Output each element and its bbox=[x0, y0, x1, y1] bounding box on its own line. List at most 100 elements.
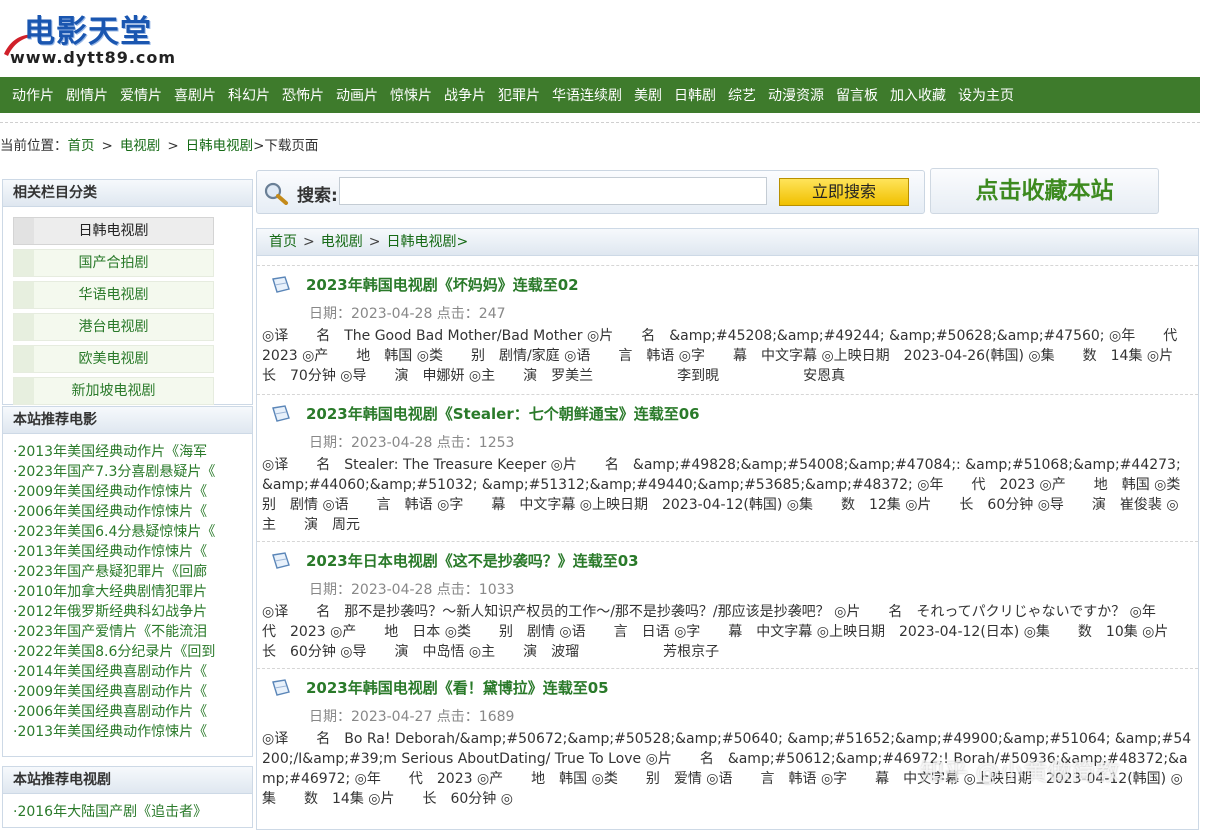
item-title-link[interactable]: 2023年韩国电视剧《Stealer：七个朝鲜通宝》连载至06 bbox=[306, 403, 700, 424]
category-item[interactable]: 日韩电视剧 bbox=[13, 217, 214, 245]
item-meta: 日期：2023-04-28 点击：1253 bbox=[309, 435, 515, 451]
main-nav: 动作片 剧情片 爱情片 喜剧片 科幻片 恐怖片 动画片 惊悚片 战争片 犯罪片 … bbox=[0, 77, 1200, 113]
category-label: 港台电视剧 bbox=[78, 319, 149, 335]
category-item[interactable]: 华语电视剧 bbox=[13, 281, 214, 309]
document-icon bbox=[272, 552, 290, 569]
category-marker bbox=[14, 378, 34, 404]
list-item: 2023年韩国电视剧《坏妈妈》连载至02 日期：2023-04-28 点击：24… bbox=[257, 265, 1202, 394]
category-label: 国产合拍剧 bbox=[78, 255, 149, 271]
panel-breadcrumb-home[interactable]: 首页 bbox=[269, 234, 297, 250]
breadcrumb: 当前位置：首页 > 电视剧 > 日韩电视剧>下载页面 bbox=[0, 134, 318, 154]
item-description: ◎译 名 The Good Bad Mother/Bad Mother ◎片 名… bbox=[262, 328, 1202, 384]
breadcrumb-tv[interactable]: 电视剧 bbox=[120, 138, 161, 154]
recommended-movies-box: 本站推荐电影 2013年美国经典动作片《海军 2023年国产7.3分喜剧悬疑片《… bbox=[2, 406, 253, 757]
divider bbox=[0, 122, 1200, 123]
item-meta: 日期：2023-04-27 点击：1689 bbox=[309, 709, 515, 725]
nav-item-crime[interactable]: 犯罪片 bbox=[498, 85, 540, 105]
nav-item-drama[interactable]: 剧情片 bbox=[66, 85, 108, 105]
nav-item-guestbook[interactable]: 留言板 bbox=[836, 85, 878, 105]
nav-item-action[interactable]: 动作片 bbox=[12, 85, 54, 105]
document-icon bbox=[272, 405, 290, 422]
search-input[interactable] bbox=[339, 177, 767, 205]
document-icon bbox=[272, 679, 290, 696]
panel-breadcrumb-jk[interactable]: 日韩电视剧> bbox=[386, 234, 468, 250]
nav-item-variety[interactable]: 综艺 bbox=[728, 85, 756, 105]
nav-item-comedy[interactable]: 喜剧片 bbox=[174, 85, 216, 105]
item-description: ◎译 名 Bo Ra! Deborah/&amp;#50672;&amp;#50… bbox=[262, 731, 1192, 807]
breadcrumb-sep: > bbox=[101, 138, 113, 154]
item-title-link[interactable]: 2023年韩国电视剧《坏妈妈》连载至02 bbox=[306, 274, 579, 295]
category-item[interactable]: 国产合拍剧 bbox=[13, 249, 214, 277]
item-title-link[interactable]: 2023年韩国电视剧《看！黛博拉》连载至05 bbox=[306, 677, 609, 698]
item-meta: 日期：2023-04-28 点击：247 bbox=[309, 306, 506, 322]
recommended-movies-title: 本站推荐电影 bbox=[3, 407, 252, 434]
search-label: 搜索: bbox=[297, 186, 338, 206]
logo-title: 电影天堂 bbox=[24, 14, 152, 50]
bookmark-site-button[interactable]: 点击收藏本站 bbox=[930, 168, 1159, 214]
item-meta: 日期：2023-04-28 点击：1033 bbox=[309, 582, 515, 598]
item-title-link[interactable]: 2023年日本电视剧《这不是抄袭吗？》连载至03 bbox=[306, 550, 639, 571]
nav-item-war[interactable]: 战争片 bbox=[444, 85, 486, 105]
list-item: 2023年日本电视剧《这不是抄袭吗？》连载至03 日期：2023-04-28 点… bbox=[257, 541, 1198, 668]
category-label: 欧美电视剧 bbox=[78, 351, 149, 367]
recommended-movie-link[interactable]: 2023年国产爱情片《不能流泪 bbox=[13, 622, 249, 642]
recommended-movie-link[interactable]: 2022年美国8.6分纪录片《回到 bbox=[13, 642, 249, 662]
recommended-tv-box: 本站推荐电视剧 2016年大陆国产剧《追击者》 bbox=[2, 766, 253, 828]
category-item[interactable]: 港台电视剧 bbox=[13, 313, 214, 341]
recommended-movie-link[interactable]: 2009年美国经典喜剧动作片《 bbox=[13, 682, 249, 702]
drama-list: 2023年韩国电视剧《坏妈妈》连载至02 日期：2023-04-28 点击：24… bbox=[257, 265, 1209, 829]
recommended-movie-link[interactable]: 2023年美国6.4分悬疑惊悚片《 bbox=[13, 522, 249, 542]
recommended-movie-link[interactable]: 2013年美国经典动作惊悚片《 bbox=[13, 722, 249, 742]
recommended-tv-link[interactable]: 2016年大陆国产剧《追击者》 bbox=[13, 802, 249, 822]
nav-item-romance[interactable]: 爱情片 bbox=[120, 85, 162, 105]
nav-item-anime[interactable]: 动漫资源 bbox=[768, 85, 824, 105]
panel-breadcrumb: 首页 > 电视剧 > 日韩电视剧> bbox=[257, 229, 1198, 256]
nav-item-chinese-series[interactable]: 华语连续剧 bbox=[552, 85, 622, 105]
breadcrumb-jk[interactable]: 日韩电视剧 bbox=[186, 138, 254, 154]
breadcrumb-current: >下载页面 bbox=[253, 138, 319, 154]
nav-item-jk-series[interactable]: 日韩剧 bbox=[674, 85, 716, 105]
category-marker bbox=[14, 282, 34, 308]
search-button[interactable]: 立即搜索 bbox=[779, 178, 909, 206]
category-marker bbox=[14, 314, 34, 340]
nav-item-thriller[interactable]: 惊悚片 bbox=[390, 85, 432, 105]
panel-breadcrumb-sep: > bbox=[303, 234, 315, 250]
recommended-tv-title: 本站推荐电视剧 bbox=[3, 767, 252, 794]
category-label: 华语电视剧 bbox=[78, 287, 149, 303]
nav-item-animation[interactable]: 动画片 bbox=[336, 85, 378, 105]
recommended-movie-link[interactable]: 2006年美国经典喜剧动作片《 bbox=[13, 702, 249, 722]
breadcrumb-home[interactable]: 首页 bbox=[68, 138, 95, 154]
nav-item-add-favorite[interactable]: 加入收藏 bbox=[890, 85, 946, 105]
item-description: ◎译 名 那不是抄袭吗？～新人知识产权员的工作～/那不是抄袭吗？/那应该是抄袭吧… bbox=[262, 604, 1197, 660]
recommended-movie-link[interactable]: 2009年美国经典动作惊悚片《 bbox=[13, 482, 249, 502]
search-icon bbox=[264, 182, 288, 205]
nav-item-horror[interactable]: 恐怖片 bbox=[282, 85, 324, 105]
nav-item-scifi[interactable]: 科幻片 bbox=[228, 85, 270, 105]
breadcrumb-prefix: 当前位置： bbox=[0, 138, 68, 154]
recommended-movie-link[interactable]: 2023年国产悬疑犯罪片《回廊 bbox=[13, 562, 249, 582]
list-item: 2023年韩国电视剧《Stealer：七个朝鲜通宝》连载至06 日期：2023-… bbox=[257, 394, 1209, 541]
recommended-movie-link[interactable]: 2006年美国经典动作惊悚片《 bbox=[13, 502, 249, 522]
logo-url: www.dytt89.com bbox=[10, 48, 177, 67]
related-categories-box: 相关栏目分类 日韩电视剧 国产合拍剧 华语电视剧 港台电视剧 欧美电视剧 新加坡… bbox=[2, 179, 253, 405]
related-categories-title: 相关栏目分类 bbox=[3, 180, 252, 207]
item-description: ◎译 名 Stealer: The Treasure Keeper ◎片 名 &… bbox=[262, 457, 1209, 533]
nav-item-us-series[interactable]: 美剧 bbox=[634, 85, 662, 105]
category-label: 新加坡电视剧 bbox=[71, 383, 156, 399]
nav-item-set-homepage[interactable]: 设为主页 bbox=[958, 85, 1014, 105]
panel-breadcrumb-sep: > bbox=[368, 234, 381, 250]
site-logo[interactable]: 电影天堂 www.dytt89.com bbox=[2, 6, 202, 70]
category-item[interactable]: 新加坡电视剧 bbox=[13, 377, 214, 405]
panel-breadcrumb-tv[interactable]: 电视剧 bbox=[321, 234, 363, 250]
recommended-movie-link[interactable]: 2013年美国经典动作惊悚片《 bbox=[13, 542, 249, 562]
recommended-movie-link[interactable]: 2023年国产7.3分喜剧悬疑片《 bbox=[13, 462, 249, 482]
recommended-movie-link[interactable]: 2013年美国经典动作片《海军 bbox=[13, 442, 249, 462]
category-marker bbox=[14, 218, 34, 244]
list-panel: 首页 > 电视剧 > 日韩电视剧> 2023年韩国电视剧《坏妈妈》连载至02 日期：20… bbox=[256, 228, 1209, 830]
category-item[interactable]: 欧美电视剧 bbox=[13, 345, 214, 373]
recommended-movie-link[interactable]: 2010年加拿大经典剧情犯罪片 bbox=[13, 582, 249, 602]
category-label: 日韩电视剧 bbox=[78, 223, 149, 239]
recommended-movie-link[interactable]: 2012年俄罗斯经典科幻战争片 bbox=[13, 602, 249, 622]
recommended-movie-link[interactable]: 2014年美国经典喜剧动作片《 bbox=[13, 662, 249, 682]
document-icon bbox=[272, 276, 290, 293]
